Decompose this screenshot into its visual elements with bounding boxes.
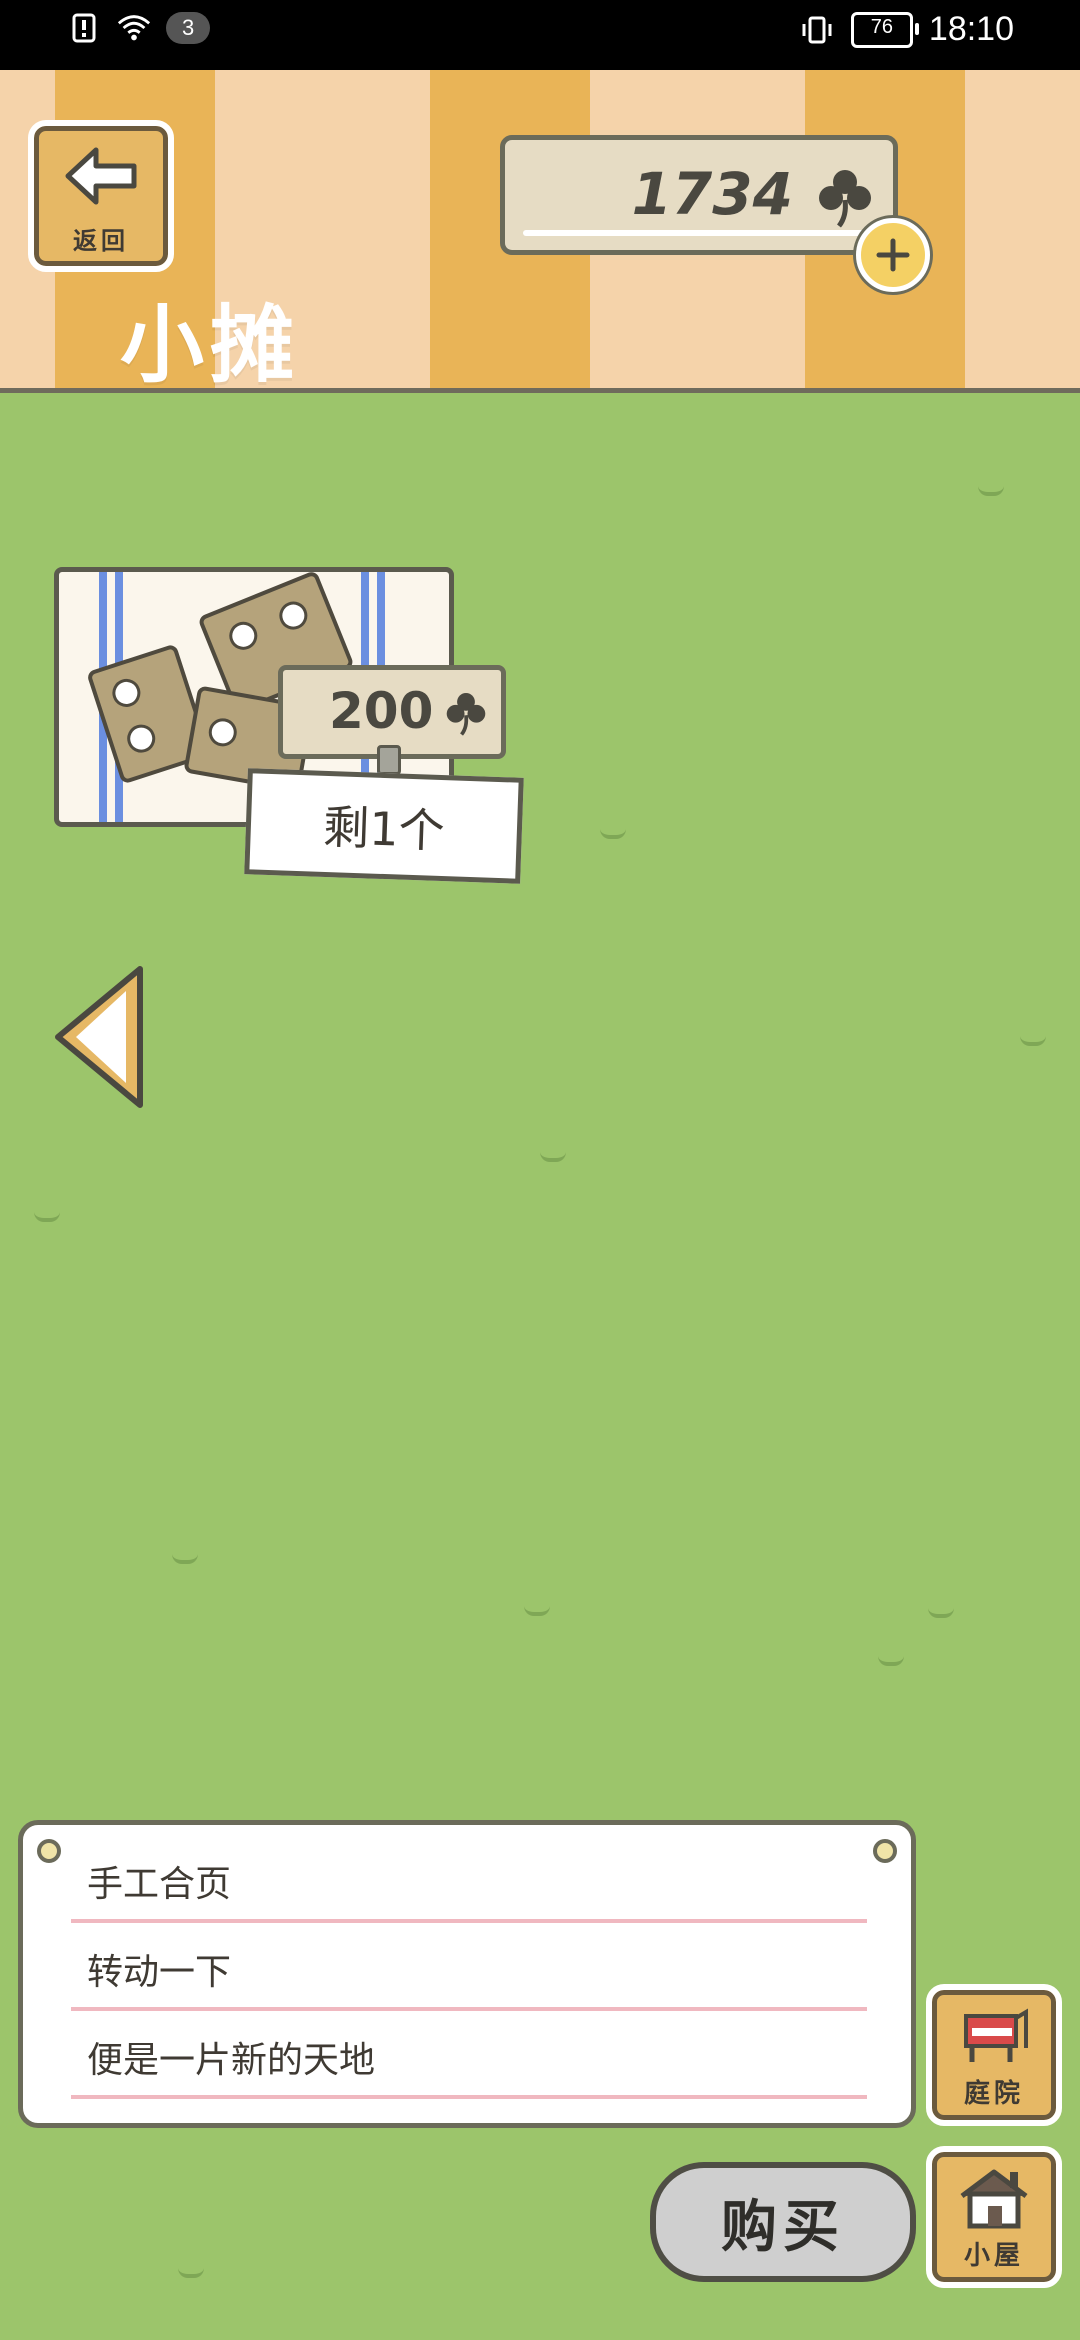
clock: 18:10 bbox=[928, 10, 1014, 48]
stock-label: 剩1个 bbox=[322, 799, 446, 859]
vibrate-icon bbox=[799, 12, 835, 48]
house-icon bbox=[960, 2169, 1028, 2229]
grass-tuft bbox=[524, 1602, 550, 1616]
house-label: 小屋 bbox=[963, 2241, 1024, 2271]
grass-tuft bbox=[540, 1148, 566, 1162]
courtyard-icon bbox=[964, 2008, 1028, 2062]
item-description-2: 便是一片新的天地 bbox=[87, 2040, 376, 2081]
grass-tuft bbox=[34, 1208, 60, 1222]
plus-icon bbox=[876, 238, 910, 272]
shop-item-hinge[interactable]: 200 剩1个 bbox=[40, 555, 540, 895]
grass-tuft bbox=[928, 1604, 954, 1618]
alert-icon bbox=[66, 10, 102, 46]
pin-icon bbox=[37, 1839, 61, 1863]
description-line: 转动一下 bbox=[71, 1925, 867, 2011]
grass-tuft bbox=[172, 1550, 198, 1564]
buy-label: 购买 bbox=[721, 2194, 845, 2260]
house-button[interactable]: 小屋 bbox=[926, 2146, 1062, 2288]
stock-tag: 剩1个 bbox=[244, 768, 524, 884]
item-description-card: 手工合页 转动一下 便是一片新的天地 bbox=[18, 1820, 916, 2128]
shop-screen: 3 76 18:10 返回 小摊 1734 200 剩1个 手工合页 转动一下 … bbox=[0, 0, 1080, 2340]
page-title: 小摊 bbox=[120, 296, 301, 394]
battery-indicator: 76 bbox=[850, 11, 919, 48]
buy-button[interactable]: 购买 bbox=[650, 2162, 916, 2282]
description-line: 手工合页 bbox=[71, 1837, 867, 1923]
clover-icon bbox=[446, 692, 486, 736]
currency-underline bbox=[523, 230, 875, 236]
item-name: 手工合页 bbox=[87, 1864, 232, 1905]
grass-tuft bbox=[600, 825, 626, 839]
currency-display: 1734 bbox=[500, 135, 898, 255]
tag-clip bbox=[377, 745, 401, 775]
prev-page-button[interactable] bbox=[52, 963, 148, 1117]
back-label: 返回 bbox=[73, 227, 129, 255]
description-line: 便是一片新的天地 bbox=[71, 2013, 867, 2099]
arrow-left-icon bbox=[65, 147, 137, 205]
add-currency-button[interactable] bbox=[856, 218, 930, 292]
grass-tuft bbox=[1020, 1032, 1046, 1046]
courtyard-button[interactable]: 庭院 bbox=[926, 1984, 1062, 2126]
grass-tuft bbox=[878, 1652, 904, 1666]
grass-tuft bbox=[178, 2264, 204, 2278]
item-description-1: 转动一下 bbox=[87, 1952, 232, 1993]
currency-value: 1734 bbox=[631, 160, 793, 228]
pin-icon bbox=[873, 1839, 897, 1863]
item-price: 200 bbox=[329, 682, 434, 740]
status-bar: 3 76 18:10 bbox=[0, 0, 1080, 70]
back-button[interactable]: 返回 bbox=[28, 120, 174, 272]
grass-tuft bbox=[978, 482, 1004, 496]
wifi-icon bbox=[116, 10, 152, 46]
notification-count-badge: 3 bbox=[166, 12, 211, 44]
clover-icon bbox=[819, 170, 871, 228]
triangle-left-icon bbox=[55, 966, 143, 1108]
courtyard-label: 庭院 bbox=[963, 2079, 1024, 2109]
